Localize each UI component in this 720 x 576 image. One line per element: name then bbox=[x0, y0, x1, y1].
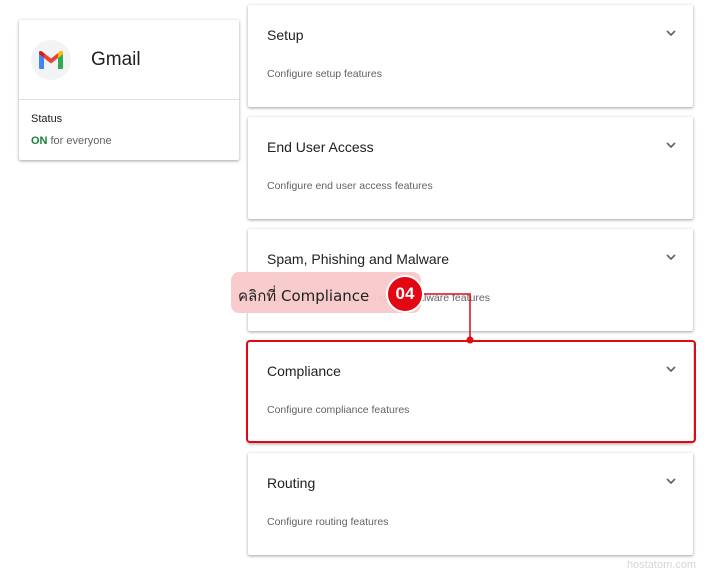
status-label: Status bbox=[31, 113, 63, 125]
section-description: Configure setup features bbox=[267, 68, 382, 80]
status-suffix: for everyone bbox=[50, 135, 112, 147]
section-title: Spam, Phishing and Malware bbox=[267, 251, 450, 267]
step-number-badge: 04 bbox=[386, 275, 424, 313]
app-header: Gmail bbox=[19, 20, 239, 100]
section-title: End User Access bbox=[267, 139, 374, 155]
section-setup[interactable]: Setup Configure setup features bbox=[248, 5, 693, 107]
chevron-down-icon[interactable] bbox=[665, 363, 677, 375]
chevron-down-icon[interactable] bbox=[665, 27, 677, 39]
section-routing[interactable]: Routing Configure routing features bbox=[248, 453, 693, 555]
status-line: ON for everyone bbox=[31, 135, 112, 147]
section-description: Configure end user access features bbox=[267, 180, 433, 192]
section-end-user-access[interactable]: End User Access Configure end user acces… bbox=[248, 117, 693, 219]
chevron-down-icon[interactable] bbox=[665, 475, 677, 487]
app-info-card: Gmail Status ON for everyone bbox=[19, 20, 239, 160]
watermark: hostatom.com bbox=[627, 559, 697, 571]
instruction-text: คลิกที่ Compliance bbox=[238, 287, 370, 305]
section-description: Configure routing features bbox=[267, 516, 389, 528]
gmail-logo-icon bbox=[31, 39, 71, 80]
section-title: Routing bbox=[267, 475, 316, 491]
section-title: Compliance bbox=[267, 363, 341, 379]
chevron-down-icon[interactable] bbox=[665, 251, 677, 263]
section-title: Setup bbox=[267, 27, 304, 43]
section-description: Configure compliance features bbox=[267, 404, 410, 416]
app-name: Gmail bbox=[91, 48, 141, 70]
chevron-down-icon[interactable] bbox=[665, 139, 677, 151]
section-compliance[interactable]: Compliance Configure compliance features bbox=[248, 341, 693, 443]
status-value: ON bbox=[31, 135, 48, 147]
